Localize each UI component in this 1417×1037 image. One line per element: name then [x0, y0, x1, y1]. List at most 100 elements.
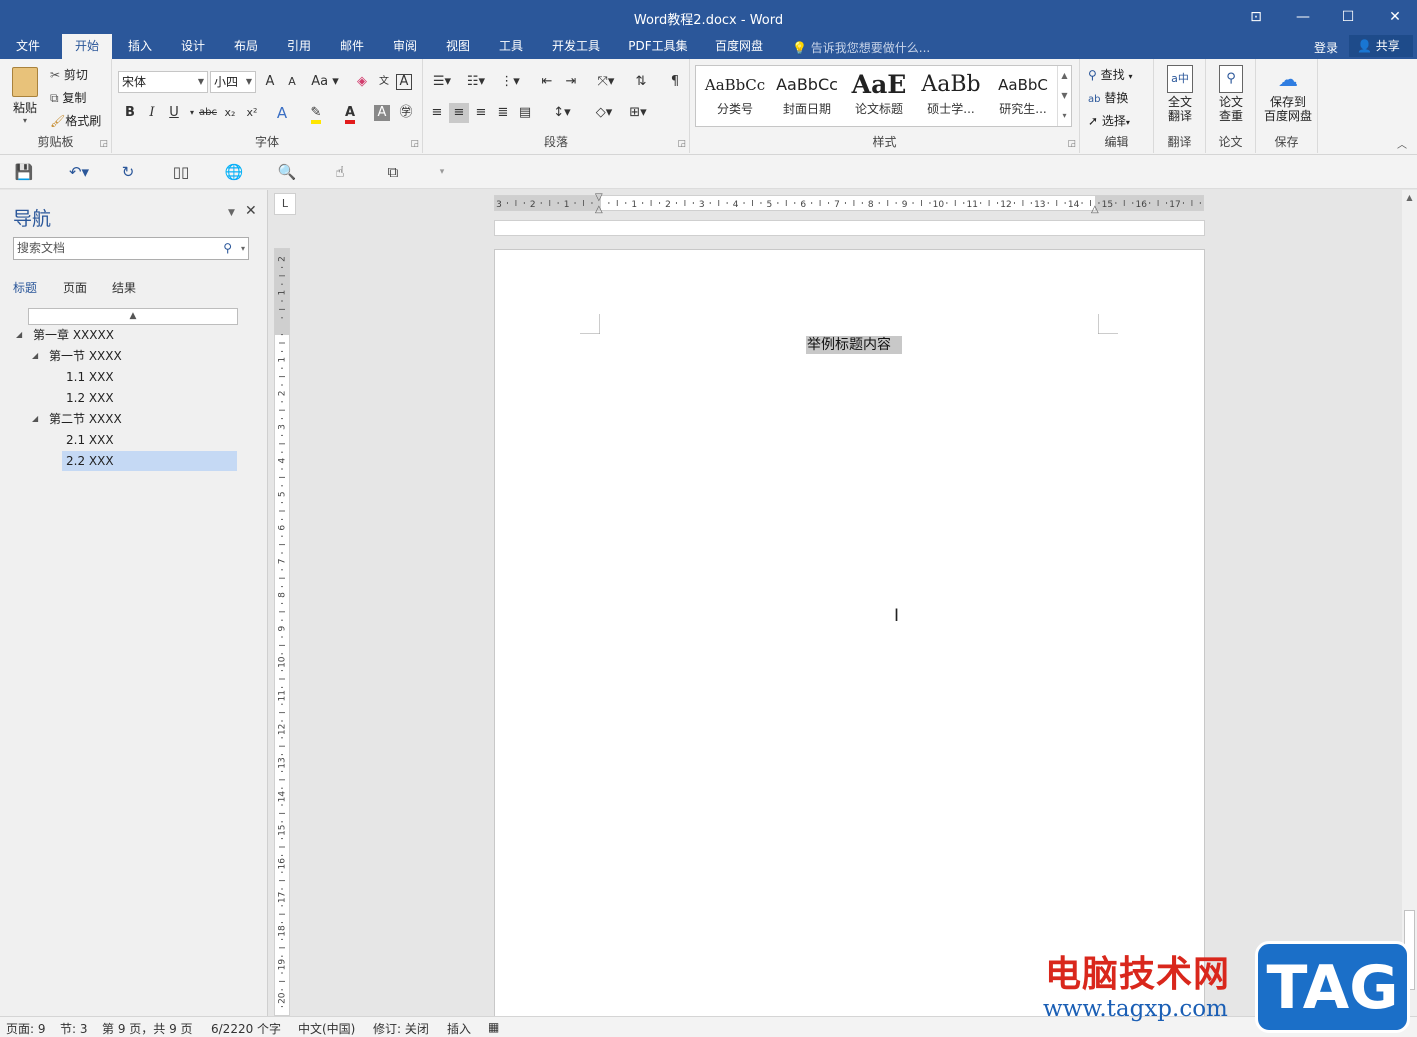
chevron-down-icon[interactable]: ▾ — [241, 238, 245, 259]
vertical-scrollbar[interactable]: ▲ — [1402, 190, 1417, 1016]
numbering-icon[interactable]: ☷▾ — [461, 72, 491, 92]
undo-icon[interactable]: ↶▾ — [62, 162, 96, 182]
minimize-button[interactable]: — — [1288, 6, 1318, 28]
shrink-font-button[interactable]: A — [282, 72, 302, 92]
search-icon[interactable]: ⚲ — [223, 238, 232, 259]
scroll-up-icon[interactable]: ▲ — [1402, 193, 1417, 205]
tree-item[interactable]: 2.1 XXX — [62, 430, 237, 450]
tab-view[interactable]: 视图 — [434, 34, 482, 59]
tab-layout[interactable]: 布局 — [222, 34, 270, 59]
tab-mailings[interactable]: 邮件 — [328, 34, 376, 59]
style-item[interactable]: AaBbCc 封面日期 — [771, 70, 843, 122]
enclose-characters-icon[interactable]: ㊫ — [396, 103, 416, 123]
increase-indent-icon[interactable]: ⇥ — [561, 72, 581, 92]
highlight-color-button[interactable]: ✎ — [306, 103, 326, 124]
more-commands-icon[interactable]: ▾ — [430, 162, 454, 182]
style-item[interactable]: AaBbC 研究生... — [987, 70, 1059, 122]
web-layout-icon[interactable]: 🌐 — [222, 162, 246, 182]
status-word-count[interactable]: 6/2220 个字 — [211, 1020, 281, 1037]
chevron-down-icon[interactable]: ▼ — [228, 208, 235, 218]
tab-developer[interactable]: 开发工具 — [544, 34, 608, 59]
dialog-launcher-icon[interactable]: ◲ — [1067, 139, 1076, 149]
paste-button[interactable]: 粘贴 ▾ — [6, 65, 44, 129]
find-button[interactable]: ⚲ 查找 ▾ — [1088, 66, 1132, 83]
style-item[interactable]: AaE 论文标题 — [843, 70, 915, 122]
decrease-indent-icon[interactable]: ⇤ — [537, 72, 557, 92]
touch-mode-icon[interactable]: ☝ — [328, 162, 352, 182]
chinese-layout-icon[interactable]: ⤧▾ — [591, 72, 621, 92]
thesis-check-button[interactable]: ⚲ 论文 查重 — [1211, 65, 1251, 123]
superscript-button[interactable]: x² — [242, 103, 262, 123]
dialog-launcher-icon[interactable]: ◲ — [410, 139, 419, 149]
vertical-ruler[interactable]: 2 1 1 2 3 4 5 6 7 8 9 10 11 12 13 14 15 16 17 18 19 20 — [274, 248, 290, 1016]
status-page-of[interactable]: 第 9 页，共 9 页 — [102, 1020, 193, 1037]
expand-triangle-icon[interactable]: ◢ — [32, 409, 38, 429]
style-item[interactable]: AaBb 硕士学... — [915, 70, 987, 122]
gallery-up-icon[interactable]: ▲ — [1057, 66, 1071, 86]
sort-icon[interactable]: ⇅ — [631, 72, 651, 92]
redo-icon[interactable]: ↻ — [116, 162, 140, 182]
read-mode-icon[interactable]: ▯▯ — [169, 162, 193, 182]
change-case-button[interactable]: Aa ▾ — [310, 72, 340, 92]
status-track-changes[interactable]: 修订: 关闭 — [373, 1020, 429, 1037]
align-left-icon[interactable]: ≡ — [427, 103, 447, 123]
nav-tab-results[interactable]: 结果 — [112, 279, 136, 296]
first-line-indent-icon[interactable]: ▽ — [595, 192, 603, 203]
nav-tab-headings[interactable]: 标题 — [13, 279, 37, 296]
tab-review[interactable]: 审阅 — [381, 34, 429, 59]
justify-icon[interactable]: ≣ — [493, 103, 513, 123]
expand-triangle-icon[interactable]: ◢ — [16, 325, 22, 345]
document-heading[interactable]: 举例标题内容 — [806, 336, 902, 354]
shading-icon[interactable]: ◇▾ — [589, 103, 619, 123]
nav-search-input[interactable]: 搜索文档 ⚲ ▾ — [13, 237, 249, 260]
status-insert-mode[interactable]: 插入 — [447, 1020, 471, 1037]
font-color-button[interactable]: A — [340, 103, 360, 124]
expand-triangle-icon[interactable]: ◢ — [32, 346, 38, 366]
login-link[interactable]: 登录 — [1314, 39, 1338, 56]
status-language[interactable]: 中文(中国) — [298, 1020, 355, 1037]
collapse-ribbon-icon[interactable]: ︿ — [1397, 136, 1407, 151]
phonetic-guide-icon[interactable]: 文 — [374, 72, 394, 92]
tab-baidu-netdisk[interactable]: 百度网盘 — [707, 34, 771, 59]
gallery-down-icon[interactable]: ▼ — [1057, 86, 1071, 106]
customize-icon[interactable]: ⧉ — [381, 162, 405, 182]
save-to-baidu-button[interactable]: ☁ 保存到 百度网盘 — [1260, 65, 1316, 123]
format-painter-button[interactable]: 🖌格式刷 — [50, 112, 101, 129]
tree-item-selected[interactable]: 2.2 XXX — [62, 451, 237, 471]
save-icon[interactable]: 💾 — [12, 162, 36, 182]
strikethrough-button[interactable]: abc — [196, 103, 220, 123]
clear-formatting-icon[interactable]: ◈ — [352, 72, 372, 92]
tree-item[interactable]: ◢ 第一章 XXXXX — [16, 325, 237, 345]
share-button[interactable]: 👤 共享 — [1349, 35, 1413, 57]
tree-item[interactable]: ◢ 第一节 XXXX — [32, 346, 237, 366]
tab-design[interactable]: 设计 — [169, 34, 217, 59]
horizontal-ruler[interactable]: 3 2 1 1 2 3 4 5 6 7 8 9 10 11 12 13 14 15 16 17 ▽ △ △ — [494, 192, 1204, 215]
document-page[interactable]: 举例标题内容 — [494, 249, 1205, 1016]
align-right-icon[interactable]: ≡ — [471, 103, 491, 123]
macro-record-icon[interactable]: ▦ — [488, 1020, 499, 1034]
borders-icon[interactable]: ⊞▾ — [623, 103, 653, 123]
right-indent-icon[interactable]: △ — [1091, 204, 1099, 215]
gallery-more-icon[interactable]: ▾ — [1057, 106, 1071, 126]
print-preview-icon[interactable]: 🔍 — [275, 162, 299, 182]
status-page-number[interactable]: 页面: 9 — [6, 1020, 46, 1037]
line-spacing-icon[interactable]: ↕▾ — [547, 103, 577, 123]
replace-button[interactable]: ab 替换 — [1088, 89, 1128, 106]
show-marks-icon[interactable]: ¶ — [665, 72, 685, 92]
collapse-all-bar[interactable]: ▲ — [28, 308, 238, 325]
status-section[interactable]: 节: 3 — [60, 1020, 88, 1037]
dialog-launcher-icon[interactable]: ◲ — [99, 139, 108, 149]
align-center-icon[interactable]: ≡ — [449, 103, 469, 123]
cut-button[interactable]: ✂ 剪切 — [50, 66, 88, 83]
maximize-button[interactable]: ☐ — [1333, 6, 1363, 28]
nav-tab-pages[interactable]: 页面 — [63, 279, 87, 296]
grow-font-button[interactable]: A — [260, 72, 280, 92]
italic-button[interactable]: I — [142, 103, 162, 123]
distributed-icon[interactable]: ▤ — [515, 103, 535, 123]
dialog-launcher-icon[interactable]: ◲ — [677, 139, 686, 149]
tell-me-search[interactable]: 💡 告诉我您想要做什么... — [792, 39, 930, 56]
full-text-translate-button[interactable]: a中 全文 翻译 — [1160, 65, 1200, 123]
style-item[interactable]: AaBbCc 分类号 — [699, 70, 771, 122]
tab-insert[interactable]: 插入 — [116, 34, 164, 59]
bold-button[interactable]: B — [120, 103, 140, 123]
